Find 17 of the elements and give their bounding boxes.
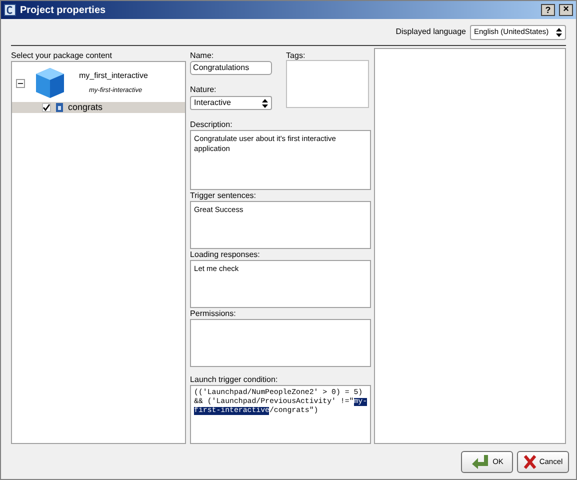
language-label: Displayed language xyxy=(396,26,466,38)
close-button[interactable]: × xyxy=(559,4,573,16)
field-label: Trigger sentences: xyxy=(190,190,258,200)
package-name: my_first_interactive xyxy=(79,70,148,82)
field-label: Description: xyxy=(190,119,234,129)
name-field[interactable]: Congratulations xyxy=(190,61,272,75)
window-title: Project properties xyxy=(20,4,107,18)
section-label: Select your package content xyxy=(11,50,113,61)
field-label: Name: xyxy=(190,50,215,60)
field-label: Nature: xyxy=(190,84,218,94)
field-label: Loading responses: xyxy=(190,249,261,259)
field-label: Launch trigger condition: xyxy=(190,374,279,384)
field-label: Permissions: xyxy=(190,308,237,318)
field-label: Tags: xyxy=(286,50,306,60)
help-button[interactable]: ? xyxy=(541,4,555,16)
tree-item[interactable]: congrats xyxy=(12,102,186,113)
nature-select[interactable]: Interactive xyxy=(190,96,272,110)
